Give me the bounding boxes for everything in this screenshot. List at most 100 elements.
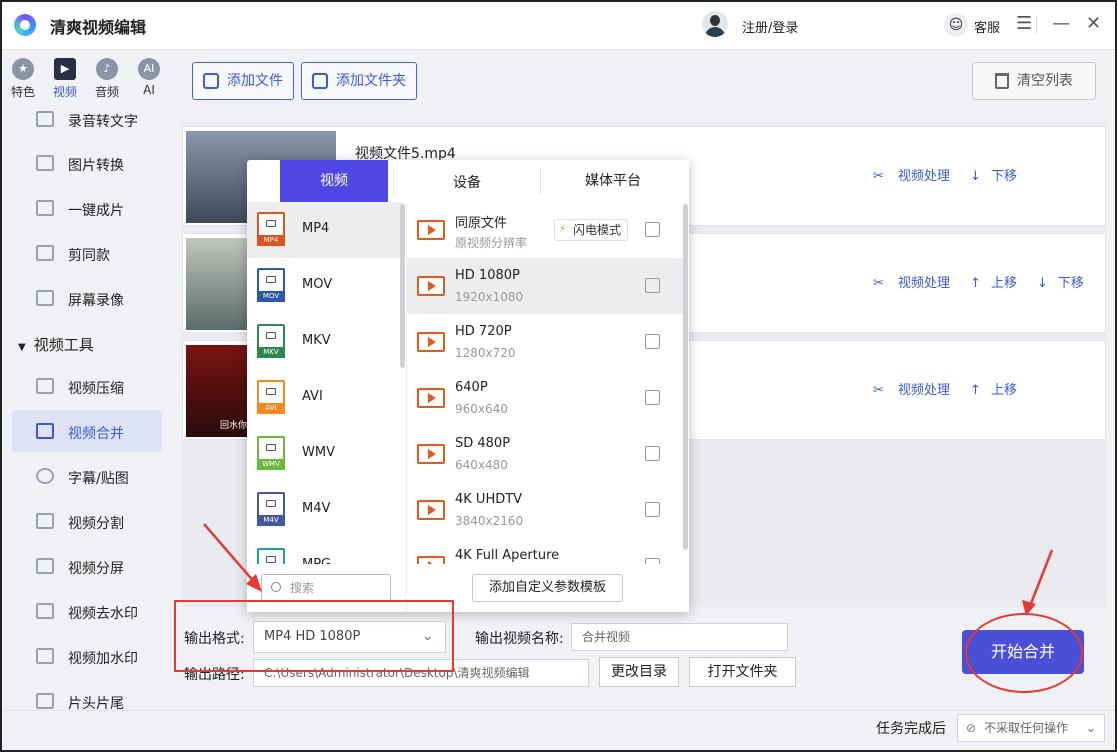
format-name: MOV — [302, 277, 333, 292]
film-icon — [417, 388, 445, 408]
process-button[interactable]: ✂ 视频处理 — [873, 383, 960, 398]
process-label: 视频处理 — [898, 169, 951, 184]
open-folder-button[interactable]: 打开文件夹 — [689, 657, 796, 687]
film-icon — [417, 500, 445, 520]
preset-name: 640P — [455, 380, 488, 395]
tab-featured[interactable]: ★ 特色 — [5, 58, 41, 100]
format-item[interactable]: M4V M4V — [247, 482, 402, 538]
sidebar-menu: 录音转文字 图片转换 一键成片 剪同款 屏幕录像 ▼ 视频工具 视频压缩 视频合并… — [2, 108, 172, 750]
edit-icon[interactable] — [645, 222, 660, 237]
format-name: WMV — [302, 445, 335, 460]
add-folder-button[interactable]: 添加文件夹 — [301, 62, 417, 100]
format-item[interactable]: AVI AVI — [247, 370, 402, 426]
tab-label: 视频 — [52, 85, 77, 99]
format-search-input[interactable]: 搜索 — [261, 574, 391, 602]
preset-item[interactable]: HD 720P 1280x720 — [407, 314, 685, 370]
add-file-label: 添加文件 — [227, 73, 283, 89]
popup-tab-media-platform[interactable]: 媒体平台 — [540, 160, 686, 202]
preset-item[interactable]: 4K UHDTV 3840x2160 — [407, 482, 685, 538]
forbid-icon: ⊘ — [966, 721, 977, 735]
add-file-button[interactable]: 添加文件 — [192, 62, 294, 100]
change-dir-button[interactable]: 更改目录 — [599, 657, 679, 687]
service-icon[interactable]: ☺ — [944, 13, 968, 37]
preset-item[interactable]: 同原文件 原视频分辨率 — [407, 202, 685, 258]
tab-audio[interactable]: ♪ 音频 — [89, 58, 125, 100]
sidebar-item-merge[interactable]: 视频合并 — [12, 410, 162, 452]
sidebar-item-split[interactable]: 视频分割 — [12, 500, 162, 542]
preset-name: HD 720P — [455, 324, 512, 339]
preset-item[interactable]: 640P 960x640 — [407, 370, 685, 426]
tab-ai[interactable]: AI AI — [131, 58, 167, 97]
service-link[interactable]: 客服 — [974, 17, 1000, 36]
stamp-icon — [36, 603, 54, 619]
flash-mode-badge[interactable]: 闪电模式 — [554, 219, 629, 241]
app-title: 清爽视频编辑 — [50, 18, 147, 37]
format-scrollbar[interactable] — [400, 204, 405, 368]
edit-icon[interactable] — [645, 334, 660, 349]
edit-icon[interactable] — [645, 278, 660, 293]
sidebar-item-label: 视频压缩 — [68, 381, 124, 397]
tab-video[interactable]: ▶ 视频 — [47, 58, 83, 100]
output-name-label: 输出视频名称: — [475, 631, 564, 647]
move-up-button[interactable]: ↑ 上移 — [970, 276, 1027, 291]
preset-item[interactable]: SD 480P 640x480 — [407, 426, 685, 482]
move-down-label: 下移 — [1057, 276, 1084, 291]
section-video-tools[interactable]: ▼ 视频工具 — [18, 334, 94, 355]
edit-icon[interactable] — [645, 390, 660, 405]
format-file-icon: WMV — [257, 436, 285, 470]
sidebar-item-subtitle[interactable]: 字幕/贴图 — [12, 455, 162, 497]
tab-label: AI — [143, 83, 155, 97]
minimize-icon[interactable]: — — [1052, 12, 1070, 36]
format-tag: WMV — [257, 459, 285, 470]
format-item[interactable]: MOV MOV — [247, 258, 402, 314]
process-button[interactable]: ✂ 视频处理 — [873, 276, 960, 291]
sidebar-item-remove-watermark[interactable]: 视频去水印 — [12, 590, 162, 632]
sidebar-item-split-screen[interactable]: 视频分屏 — [12, 545, 162, 587]
move-down-button[interactable]: ↓ 下移 — [1037, 276, 1094, 291]
sidebar-item-add-watermark[interactable]: 视频加水印 — [12, 635, 162, 677]
format-item[interactable]: MKV MKV — [247, 314, 402, 370]
sidebar-item-label: 视频加水印 — [68, 651, 138, 667]
film-icon — [417, 220, 445, 240]
format-tag: MKV — [257, 347, 285, 358]
popup-tab-video[interactable]: 视频 — [280, 160, 388, 202]
move-down-label: 下移 — [990, 169, 1017, 184]
sidebar-item-voice-to-text[interactable]: 录音转文字 — [12, 98, 162, 140]
preset-name: HD 1080P — [455, 268, 520, 283]
sidebar-item-label: 录音转文字 — [68, 114, 138, 130]
status-bar — [2, 710, 1115, 750]
sidebar-item-one-click[interactable]: 一键成片 — [12, 187, 162, 229]
clear-list-button[interactable]: 清空列表 — [972, 62, 1096, 100]
camera-icon — [266, 500, 276, 507]
output-name-input[interactable]: 合并视频 — [571, 623, 788, 651]
compress-icon — [36, 378, 54, 394]
close-icon[interactable]: ✕ — [1086, 12, 1101, 36]
sidebar-item-label: 剪同款 — [68, 248, 110, 264]
camera-icon — [266, 332, 276, 339]
thumbnail-caption: 回水你 — [220, 421, 248, 431]
user-avatar-icon[interactable] — [702, 11, 728, 37]
edit-icon[interactable] — [645, 446, 660, 461]
format-item[interactable]: WMV WMV — [247, 426, 402, 482]
preset-scrollbar[interactable] — [683, 204, 688, 550]
menu-icon[interactable]: ☰ — [1016, 12, 1032, 36]
after-task-select[interactable]: ⊘ 不采取任何操作 ⌄ — [957, 714, 1105, 742]
move-down-button[interactable]: ↓ 下移 — [970, 169, 1027, 184]
move-up-button[interactable]: ↑ 上移 — [970, 383, 1027, 398]
format-item[interactable]: MP4 MP4 — [247, 202, 402, 258]
sidebar-item-screen-record[interactable]: 屏幕录像 — [12, 277, 162, 319]
scissors-icon: ✂ — [873, 383, 889, 398]
login-link[interactable]: 注册/登录 — [742, 17, 798, 36]
sidebar-item-compress[interactable]: 视频压缩 — [12, 365, 162, 407]
section-label: 视频工具 — [33, 336, 94, 354]
edit-icon[interactable] — [645, 502, 660, 517]
process-button[interactable]: ✂ 视频处理 — [873, 169, 960, 184]
popup-tab-device[interactable]: 设备 — [394, 162, 540, 204]
template-icon — [36, 245, 54, 261]
title-divider — [1036, 16, 1037, 34]
sidebar-item-image-convert[interactable]: 图片转换 — [12, 142, 162, 184]
preset-item[interactable]: HD 1080P 1920x1080 — [407, 258, 685, 314]
sidebar-item-label: 屏幕录像 — [68, 293, 124, 309]
sidebar-item-template[interactable]: 剪同款 — [12, 232, 162, 274]
add-template-button[interactable]: 添加自定义参数模板 — [472, 574, 623, 602]
